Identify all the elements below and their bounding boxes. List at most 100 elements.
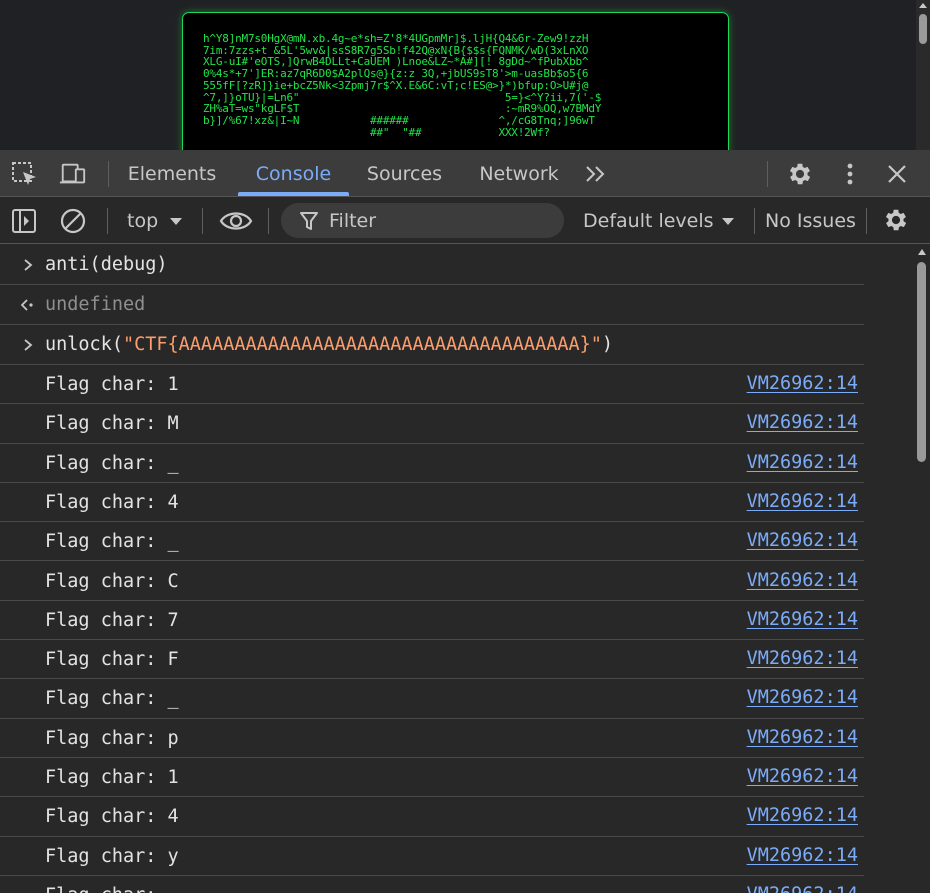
terminal-text: h^Y8]nM7s0HgX@mN.xb.4g~e*sh=Z'8*4UGpmMr]… — [203, 33, 728, 138]
tab-elements[interactable]: Elements — [116, 150, 228, 197]
devtools-panel: Elements Console Sources Network top Fil… — [0, 150, 930, 893]
log-source-link[interactable]: VM26962:14 — [747, 797, 858, 834]
device-toolbar-icon[interactable] — [59, 161, 87, 187]
console-log-row[interactable]: Flag char: VM26962:14 — [0, 876, 864, 893]
console-scroll-thumb[interactable] — [917, 262, 926, 462]
filter-input[interactable] — [329, 203, 549, 238]
log-source-link[interactable]: VM26962:14 — [747, 444, 858, 481]
filter-funnel-icon — [297, 208, 321, 234]
console-log-row[interactable]: Flag char: _ VM26962:14 — [0, 444, 864, 483]
clear-console-icon[interactable] — [59, 208, 87, 234]
console-log-row[interactable]: Flag char: 1 VM26962:14 — [0, 365, 864, 405]
log-message: Flag char: _ — [45, 688, 179, 710]
devtools-tabbar: Elements Console Sources Network — [0, 150, 930, 197]
console-log-row[interactable]: Flag char: 4 VM26962:14 — [0, 797, 864, 837]
page-viewport: h^Y8]nM7s0HgX@mN.xb.4g~e*sh=Z'8*4UGpmMr]… — [0, 0, 930, 150]
console-log-row[interactable]: Flag char: p VM26962:14 — [0, 719, 864, 758]
log-message: Flag char: p — [45, 727, 179, 749]
log-source-link[interactable]: VM26962:14 — [747, 365, 858, 402]
terminal-line: 555fF[?zR]}ie+bcZ5Nk<3Zpmj7r$^X.E&6C:vT;… — [203, 78, 589, 92]
inspect-element-icon[interactable] — [11, 161, 39, 187]
console-log-row[interactable]: Flag char: F VM26962:14 — [0, 640, 864, 680]
console-log-row[interactable]: Flag char: _ VM26962:14 — [0, 522, 864, 562]
input-prompt-chevron-icon — [20, 335, 36, 355]
active-tab-indicator — [238, 192, 349, 196]
console-input-row[interactable]: unlock("CTF{AAAAAAAAAAAAAAAAAAAAAAAAAAAA… — [0, 325, 864, 365]
console-messages[interactable]: anti(debug) undefined unlock("CTF{AAAAAA… — [0, 245, 914, 893]
log-source-link[interactable]: VM26962:14 — [747, 837, 858, 874]
log-source-link[interactable]: VM26962:14 — [747, 679, 858, 716]
log-source-link[interactable]: VM26962:14 — [747, 404, 858, 441]
log-source-link[interactable]: VM26962:14 — [747, 522, 858, 559]
log-message: Flag char: 1 — [45, 374, 179, 395]
console-log-row[interactable]: Flag char: C VM26962:14 — [0, 562, 864, 601]
log-message: Flag char: y — [45, 845, 179, 867]
log-message: Flag char: 1 — [45, 767, 179, 788]
input-prompt-chevron-icon — [20, 255, 36, 275]
function-call: unlock( — [45, 334, 123, 355]
more-options-kebab-icon[interactable] — [836, 161, 864, 187]
tab-console[interactable]: Console — [238, 150, 349, 197]
log-source-link[interactable]: VM26962:14 — [747, 758, 858, 795]
more-tabs-chevron-icon[interactable] — [582, 161, 610, 187]
scroll-up-arrow-icon[interactable] — [918, 249, 926, 255]
console-input-row[interactable]: anti(debug) — [0, 245, 864, 285]
log-source-link[interactable]: VM26962:14 — [747, 562, 858, 599]
log-message: Flag char: M — [45, 413, 179, 435]
console-scrollbar[interactable] — [914, 245, 930, 893]
result-text: undefined — [45, 294, 146, 315]
console-result-row[interactable]: undefined — [0, 285, 864, 325]
console-toolbar: top Default levels No Issues — [0, 198, 930, 244]
log-source-link[interactable]: VM26962:14 — [747, 483, 858, 520]
log-message: Flag char: 4 — [45, 491, 179, 513]
toolbar-divider — [767, 161, 768, 187]
command-text: unlock("CTF{AAAAAAAAAAAAAAAAAAAAAAAAAAAA… — [45, 325, 613, 365]
log-message: Flag char: — [45, 876, 168, 893]
log-message: Flag char: 4 — [45, 806, 179, 828]
log-message: Flag char: _ — [45, 452, 179, 474]
toolbar-divider — [202, 208, 203, 234]
issues-counter-button[interactable]: No Issues — [765, 206, 856, 236]
page-scrollbar[interactable] — [916, 0, 930, 150]
log-message: Flag char: _ — [45, 531, 179, 553]
console-log-row[interactable]: Flag char: _ VM26962:14 — [0, 679, 864, 719]
log-message: Flag char: 7 — [45, 609, 179, 631]
result-arrow-icon — [20, 295, 36, 315]
console-log-row[interactable]: Flag char: M VM26962:14 — [0, 404, 864, 444]
log-message: Flag char: F — [45, 649, 179, 671]
live-expression-eye-icon[interactable] — [218, 208, 254, 234]
call-close-paren: ) — [601, 334, 614, 355]
console-log-row[interactable]: Flag char: 4 VM26962:14 — [0, 483, 864, 523]
settings-gear-icon[interactable] — [786, 161, 814, 187]
log-source-link[interactable]: VM26962:14 — [747, 640, 858, 677]
show-sidebar-icon[interactable] — [10, 208, 38, 234]
terminal-line: h^Y8]nM7s0HgX@mN.xb.4g~e*sh=Z'8*4UGpmMr]… — [203, 32, 589, 45]
log-levels-dropdown[interactable]: Default levels — [583, 206, 714, 236]
scroll-up-arrow-icon[interactable] — [919, 3, 927, 8]
toolbar-divider — [754, 208, 755, 234]
toolbar-divider — [268, 208, 269, 234]
console-filter-box[interactable] — [281, 203, 564, 238]
toolbar-divider — [108, 161, 109, 187]
console-log-row[interactable]: Flag char: 7 VM26962:14 — [0, 601, 864, 641]
tab-network[interactable]: Network — [466, 150, 572, 197]
command-text: anti(debug) — [45, 254, 168, 275]
console-log-row[interactable]: Flag char: 1 VM26962:14 — [0, 758, 864, 798]
string-argument: "CTF{AAAAAAAAAAAAAAAAAAAAAAAAAAAAAAAAAAA… — [122, 334, 602, 355]
tab-sources[interactable]: Sources — [356, 150, 453, 197]
console-log-row[interactable]: Flag char: y VM26962:14 — [0, 837, 864, 876]
context-dropdown-caret-icon[interactable] — [170, 218, 182, 225]
log-source-link[interactable]: VM26962:14 — [747, 876, 858, 893]
log-message: Flag char: C — [45, 570, 179, 592]
log-source-link[interactable]: VM26962:14 — [747, 601, 858, 638]
terminal-line: b}]/%67!xz&|I~N ###### ^,/cG8Tnq;]96wT — [203, 113, 595, 127]
javascript-context-select[interactable]: top — [127, 206, 158, 236]
toolbar-divider — [866, 208, 867, 234]
page-scroll-thumb[interactable] — [919, 14, 927, 44]
levels-dropdown-caret-icon[interactable] — [722, 218, 734, 225]
close-devtools-icon[interactable] — [883, 161, 911, 187]
ascii-terminal-panel: h^Y8]nM7s0HgX@mN.xb.4g~e*sh=Z'8*4UGpmMr]… — [182, 12, 729, 150]
toolbar-divider — [107, 208, 108, 234]
log-source-link[interactable]: VM26962:14 — [747, 719, 858, 756]
console-settings-gear-icon[interactable] — [882, 207, 910, 233]
